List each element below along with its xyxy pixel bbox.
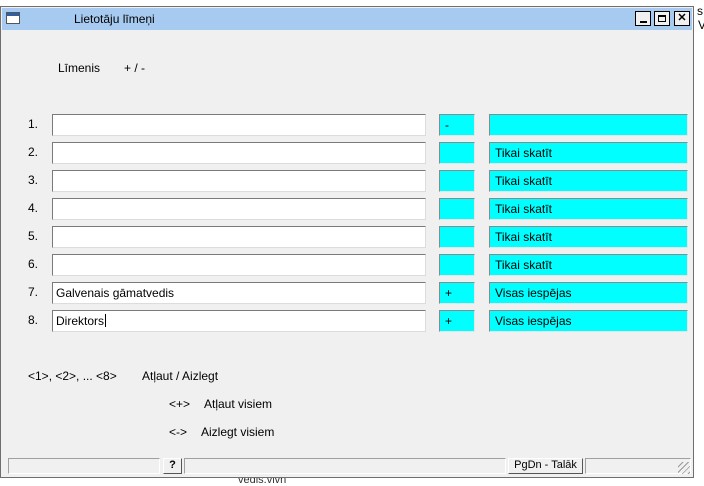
row-number: 2. — [28, 145, 39, 159]
help-button[interactable]: ? — [163, 458, 182, 474]
help-text-deny-all: Aizlegt visiem — [201, 425, 275, 439]
access-level-field[interactable]: Visas iespējas — [489, 282, 688, 304]
level-name-field[interactable] — [52, 254, 426, 276]
level-row: 5. Tikai skatīt — [1, 226, 695, 248]
access-level-field[interactable]: Tikai skatīt — [489, 226, 688, 248]
help-keys-numbers: <1>, <2>, ... <8> — [28, 369, 117, 383]
level-name-field[interactable] — [52, 198, 426, 220]
row-number: 1. — [28, 117, 39, 131]
help-text-allow-all: Atļaut visiem — [204, 397, 273, 411]
sign-header: + / - — [124, 61, 146, 75]
text-caret — [105, 314, 107, 327]
level-row: 4. Tikai skatīt — [1, 198, 695, 220]
status-bar: ? PgDn - Talāk — [2, 456, 692, 476]
access-level-field[interactable]: Visas iespējas — [489, 310, 688, 332]
row-number: 5. — [28, 229, 39, 243]
level-name-field[interactable]: Direktors — [52, 310, 426, 332]
level-row: 7. Galvenais gāmatvedis + Visas iespējas — [1, 282, 695, 304]
dialog-window: Lietotāju līmeņi ✕ Līmenis + / - 1. - 2. Ti… — [0, 6, 694, 478]
title-bar[interactable]: Lietotāju līmeņi ✕ — [2, 8, 692, 30]
level-name-field[interactable]: Galvenais gāmatvedis — [52, 282, 426, 304]
row-number: 6. — [28, 257, 39, 271]
level-name-field[interactable] — [52, 142, 426, 164]
level-row: 2. Tikai skatīt — [1, 142, 695, 164]
maximize-icon — [658, 15, 666, 22]
permission-toggle[interactable] — [439, 142, 475, 164]
level-name-field[interactable] — [52, 170, 426, 192]
permission-toggle[interactable] — [439, 254, 475, 276]
next-page-button[interactable]: PgDn - Talāk — [508, 458, 583, 474]
permission-toggle[interactable] — [439, 226, 475, 248]
level-name-value: Galvenais gāmatvedis — [56, 286, 175, 300]
window-title: Lietotāju līmeņi — [74, 12, 155, 26]
row-number: 8. — [28, 313, 39, 327]
help-text-toggle: Atļaut / Aizlegt — [142, 369, 219, 383]
level-row: 3. Tikai skatīt — [1, 170, 695, 192]
permission-toggle[interactable]: - — [439, 114, 475, 136]
background-fragment-top-right: V — [698, 18, 704, 32]
level-row: 6. Tikai skatīt — [1, 254, 695, 276]
access-level-field[interactable]: Tikai skatīt — [489, 254, 688, 276]
help-keys-plus: <+> — [169, 397, 191, 411]
resize-grip-icon[interactable] — [678, 462, 690, 474]
window-app-icon[interactable] — [6, 12, 20, 24]
access-level-field[interactable] — [489, 114, 688, 136]
permission-toggle[interactable]: + — [439, 310, 475, 332]
level-name-field[interactable] — [52, 226, 426, 248]
minimize-icon — [639, 21, 647, 23]
help-keys-minus: <-> — [169, 425, 188, 439]
access-level-field[interactable]: Tikai skatīt — [489, 170, 688, 192]
status-field-middle — [184, 458, 506, 474]
permission-toggle[interactable] — [439, 170, 475, 192]
level-row: 1. - — [1, 114, 695, 136]
permission-toggle[interactable] — [439, 198, 475, 220]
level-name-field[interactable] — [52, 114, 426, 136]
minimize-button[interactable] — [635, 11, 651, 26]
access-level-field[interactable]: Tikai skatīt — [489, 142, 688, 164]
row-number: 4. — [28, 201, 39, 215]
background-fragment-top: s — [697, 4, 703, 18]
status-field-left — [8, 458, 160, 474]
permission-toggle[interactable]: + — [439, 282, 475, 304]
access-level-field[interactable]: Tikai skatīt — [489, 198, 688, 220]
level-header: Līmenis — [58, 61, 101, 75]
row-number: 3. — [28, 173, 39, 187]
maximize-button[interactable] — [654, 11, 670, 26]
close-button[interactable]: ✕ — [674, 11, 690, 26]
level-row: 8. Direktors + Visas iespējas — [1, 310, 695, 332]
close-icon: ✕ — [677, 12, 687, 24]
level-name-value: Direktors — [56, 314, 105, 328]
status-field-right — [585, 458, 691, 474]
row-number: 7. — [28, 285, 39, 299]
